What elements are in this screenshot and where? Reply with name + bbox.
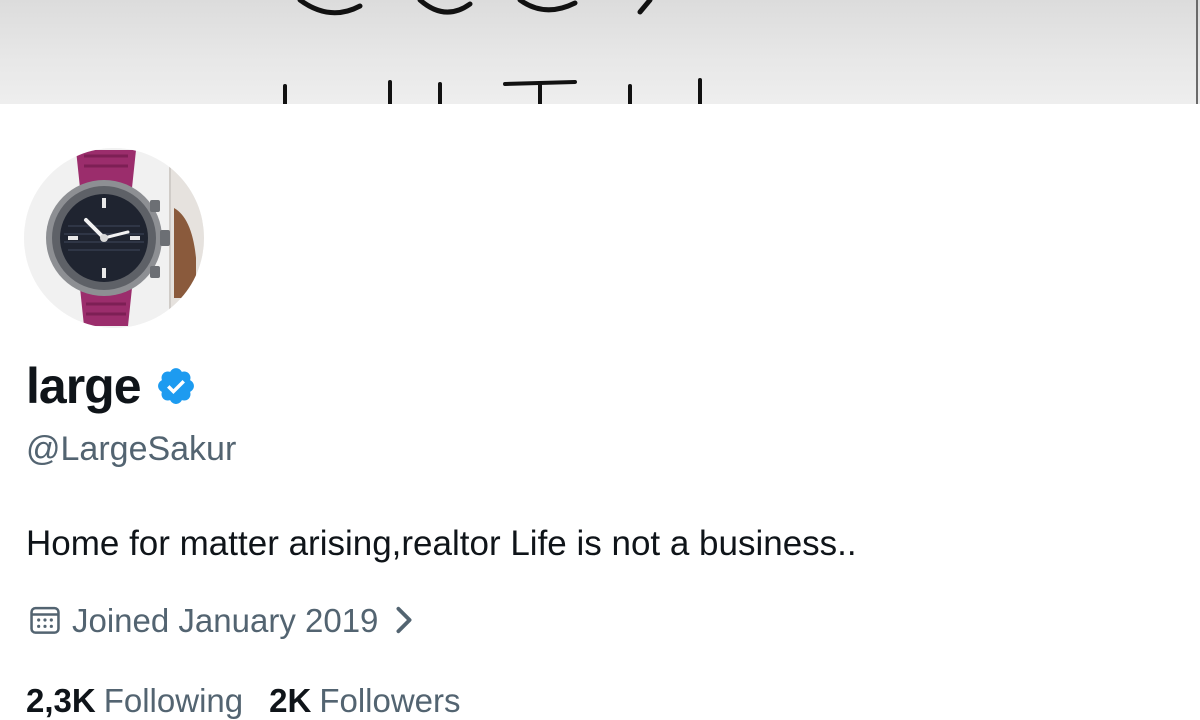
following-link[interactable]: 2,3K Following [26, 684, 243, 717]
name-row: large [26, 356, 197, 416]
followers-label: Followers [319, 681, 461, 719]
avatar-image [24, 148, 204, 328]
followers-count: 2K [269, 681, 312, 719]
banner-handwriting-image [283, 0, 702, 104]
joined-date-row[interactable]: Joined January 2019 [26, 600, 416, 640]
joined-date-text: Joined January 2019 [72, 601, 379, 639]
verified-badge-icon[interactable] [155, 365, 197, 407]
follow-stats: 2,3K Following 2K Followers [26, 680, 461, 720]
profile-header: large @LargeSakur Home for matter arisin… [0, 104, 1200, 717]
following-count: 2,3K [26, 681, 96, 719]
avatar[interactable] [16, 140, 212, 336]
profile-banner[interactable] [0, 0, 1200, 104]
profile-bio: Home for matter arising,realtor Life is … [26, 524, 857, 563]
profile-handle: @LargeSakur [26, 430, 237, 468]
calendar-icon [30, 606, 60, 634]
followers-link[interactable]: 2K Followers [269, 684, 460, 717]
watch-photo-icon [24, 148, 204, 328]
following-label: Following [103, 681, 244, 719]
banner-edge-line [1196, 0, 1198, 104]
chevron-right-icon [396, 606, 412, 634]
display-name: large [26, 358, 142, 414]
